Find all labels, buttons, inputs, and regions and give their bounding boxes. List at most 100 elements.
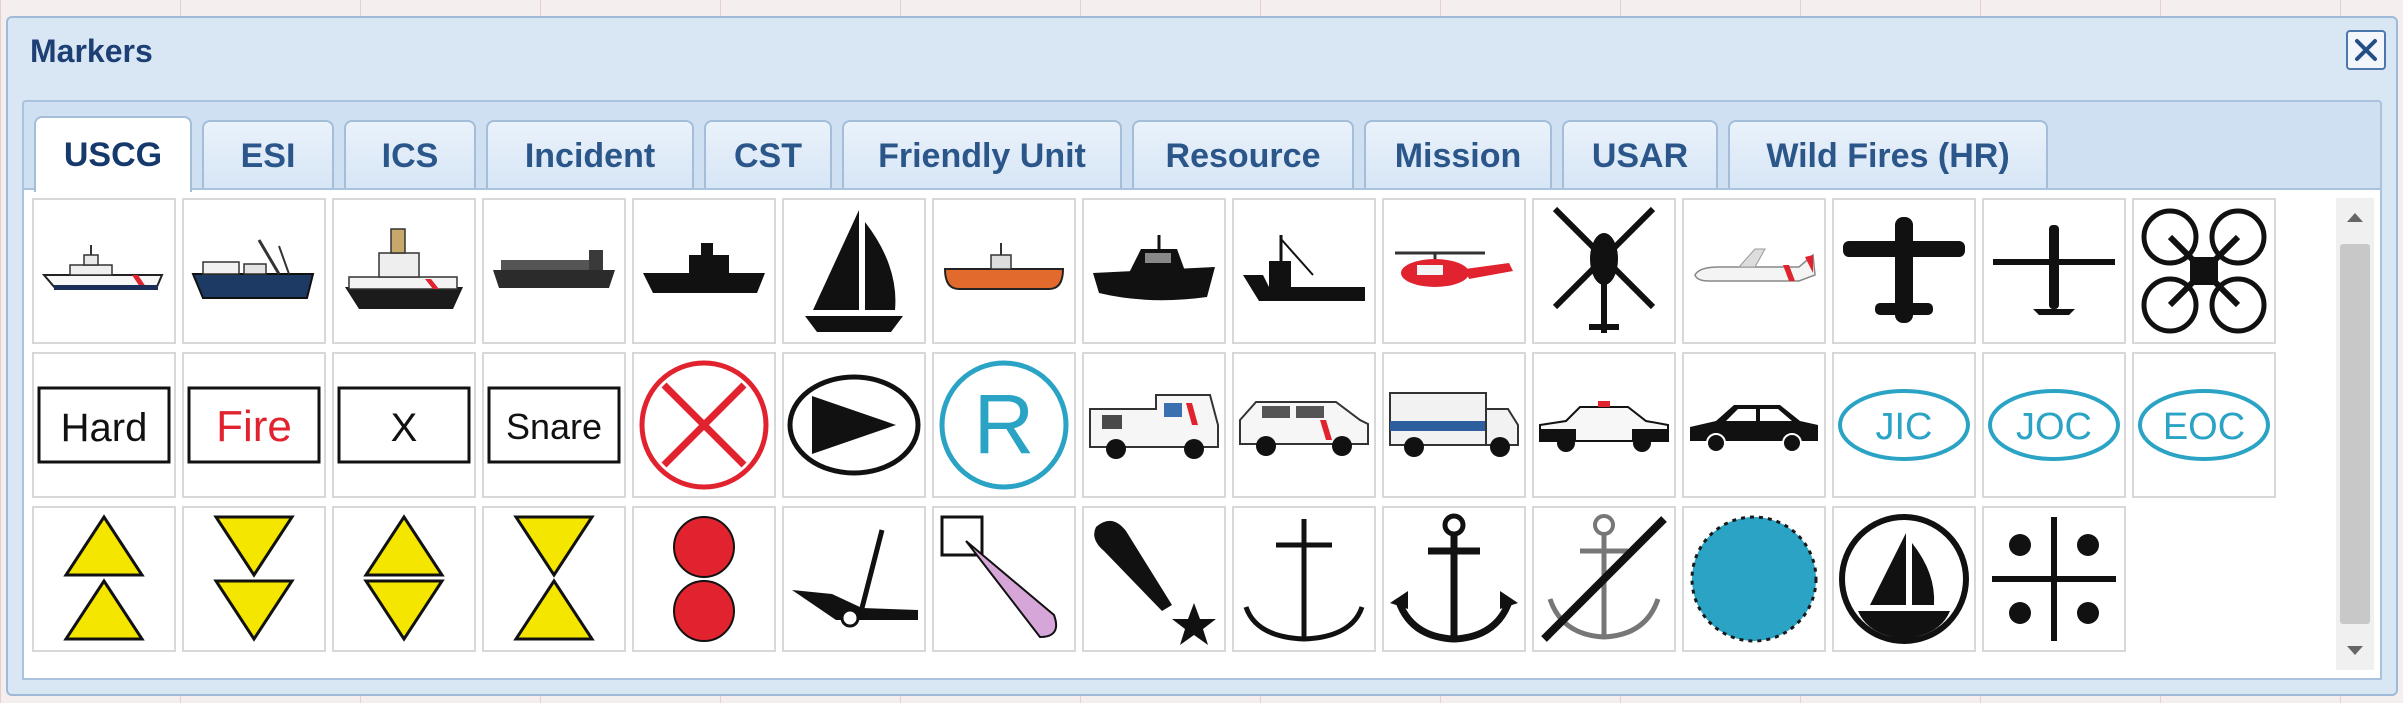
- marker-anchor-line[interactable]: [1232, 506, 1376, 652]
- sedan-icon: [1690, 405, 1818, 453]
- marker-buoy-tender[interactable]: [182, 198, 326, 344]
- marker-dots-cross[interactable]: [1982, 506, 2126, 652]
- vertical-scrollbar[interactable]: [2336, 198, 2374, 670]
- tab-usar[interactable]: USAR: [1562, 120, 1718, 190]
- markers-dialog: Markers USCG ESI ICS Incident CST Friend…: [6, 16, 2398, 696]
- coast-guard-airplane-icon: [1694, 248, 1816, 282]
- tab-friendly-unit[interactable]: Friendly Unit: [842, 120, 1122, 190]
- rigid-inflatable-boat-icon: [943, 243, 1065, 290]
- chevron-down-icon: [2347, 646, 2363, 655]
- marker-ambulance[interactable]: [1082, 352, 1226, 498]
- marker-blue-dotted-circle[interactable]: [1682, 506, 1826, 652]
- comet-star-icon: [1094, 520, 1216, 645]
- anchor-drag-icon: [792, 529, 918, 628]
- marker-r-circle[interactable]: R: [932, 352, 1076, 498]
- drone-fixed-wing-icon: [1993, 225, 2115, 315]
- sailboat-circle-icon: [1839, 514, 1969, 644]
- double-triangle-down-icon: [213, 515, 295, 642]
- marker-anchor[interactable]: [1382, 506, 1526, 652]
- marker-suv[interactable]: [1232, 352, 1376, 498]
- marker-red-x-circle[interactable]: [632, 352, 776, 498]
- hard-label-icon: Hard: [37, 386, 171, 464]
- marker-cargo-ship[interactable]: [482, 198, 626, 344]
- red-x-circle-icon: [639, 360, 769, 490]
- marker-patrol-boat[interactable]: [1082, 198, 1226, 344]
- square-cone-icon: [940, 515, 1058, 639]
- marker-square-cone[interactable]: [932, 506, 1076, 652]
- marker-anchor-drag[interactable]: [782, 506, 926, 652]
- ambulance-icon: [1089, 394, 1219, 459]
- marker-eoc[interactable]: EOC: [2132, 352, 2276, 498]
- r-circle-icon: R: [939, 360, 1069, 490]
- marker-helicopter-silhouette[interactable]: [1532, 198, 1676, 344]
- marker-police-car[interactable]: [1532, 352, 1676, 498]
- tab-incident[interactable]: Incident: [486, 120, 694, 190]
- cargo-ship-icon: [493, 250, 615, 288]
- marker-cutter[interactable]: [32, 198, 176, 344]
- marker-tug[interactable]: [632, 198, 776, 344]
- marker-hard[interactable]: Hard: [32, 352, 176, 498]
- eoc-icon: EOC: [2138, 389, 2270, 461]
- marker-no-anchoring[interactable]: [1532, 506, 1676, 652]
- marker-coast-guard-plane[interactable]: [1682, 198, 1826, 344]
- airplane-silhouette-icon: [1843, 217, 1965, 323]
- tab-mission[interactable]: Mission: [1364, 120, 1552, 190]
- marker-snare[interactable]: Snare: [482, 352, 626, 498]
- joc-icon: JOC: [1988, 389, 2120, 461]
- marker-pennant-oval[interactable]: [782, 352, 926, 498]
- marker-tabs: USCG ESI ICS Incident CST Friendly Unit …: [22, 100, 2382, 192]
- two-red-circles-icon: [673, 516, 735, 642]
- quadcopter-icon: [2141, 208, 2267, 334]
- police-car-icon: [1539, 401, 1669, 452]
- snare-label-icon: Snare: [487, 386, 621, 464]
- tab-resource[interactable]: Resource: [1132, 120, 1354, 190]
- tab-cst[interactable]: CST: [704, 120, 832, 190]
- marker-drone-fixed-wing[interactable]: [1982, 198, 2126, 344]
- marker-airplane-silhouette[interactable]: [1832, 198, 1976, 344]
- marker-quadcopter[interactable]: [2132, 198, 2276, 344]
- marker-fire[interactable]: Fire: [182, 352, 326, 498]
- dialog-title: Markers: [30, 33, 153, 69]
- marker-double-triangle-down[interactable]: [182, 506, 326, 652]
- marker-x[interactable]: X: [332, 352, 476, 498]
- marker-jic[interactable]: JIC: [1832, 352, 1976, 498]
- pennant-oval-icon: [787, 374, 921, 476]
- x-label-icon: X: [337, 386, 471, 464]
- marker-sailboat[interactable]: [782, 198, 926, 344]
- chevron-up-icon: [2347, 213, 2363, 222]
- dialog-titlebar[interactable]: Markers: [8, 18, 2396, 86]
- jic-label: JIC: [1876, 406, 1933, 448]
- tab-wild-fires-hr[interactable]: Wild Fires (HR): [1728, 120, 2048, 190]
- no-anchoring-icon: [1541, 514, 1667, 642]
- fire-label: Fire: [216, 402, 292, 451]
- marker-icebreaker[interactable]: [332, 198, 476, 344]
- marker-fishing-vessel[interactable]: [1232, 198, 1376, 344]
- fishing-vessel-icon: [1243, 235, 1365, 301]
- marker-red-helicopter[interactable]: [1382, 198, 1526, 344]
- triangle-diamond-icon: [363, 514, 445, 642]
- tab-ics[interactable]: ICS: [344, 120, 476, 190]
- jic-icon: JIC: [1838, 389, 1970, 461]
- sailboat-icon: [805, 210, 903, 332]
- close-button[interactable]: [2346, 30, 2386, 70]
- marker-double-triangle-up[interactable]: [32, 506, 176, 652]
- marker-sailboat-circle[interactable]: [1832, 506, 1976, 652]
- marker-sedan[interactable]: [1682, 352, 1826, 498]
- marker-rib[interactable]: [932, 198, 1076, 344]
- tug-silhouette-icon: [643, 243, 765, 293]
- double-triangle-up-icon: [63, 514, 145, 641]
- marker-triangle-hourglass[interactable]: [482, 506, 626, 652]
- marker-two-red-circles[interactable]: [632, 506, 776, 652]
- triangle-hourglass-icon: [513, 515, 595, 641]
- scroll-thumb[interactable]: [2340, 244, 2370, 624]
- r-label: R: [974, 377, 1035, 471]
- marker-triangle-diamond[interactable]: [332, 506, 476, 652]
- scroll-up-button[interactable]: [2336, 198, 2374, 236]
- scroll-down-button[interactable]: [2336, 632, 2374, 670]
- fire-label-icon: Fire: [187, 386, 321, 464]
- marker-command-truck[interactable]: [1382, 352, 1526, 498]
- tab-uscg[interactable]: USCG: [34, 116, 192, 192]
- marker-joc[interactable]: JOC: [1982, 352, 2126, 498]
- tab-esi[interactable]: ESI: [202, 120, 334, 190]
- marker-comet-star[interactable]: [1082, 506, 1226, 652]
